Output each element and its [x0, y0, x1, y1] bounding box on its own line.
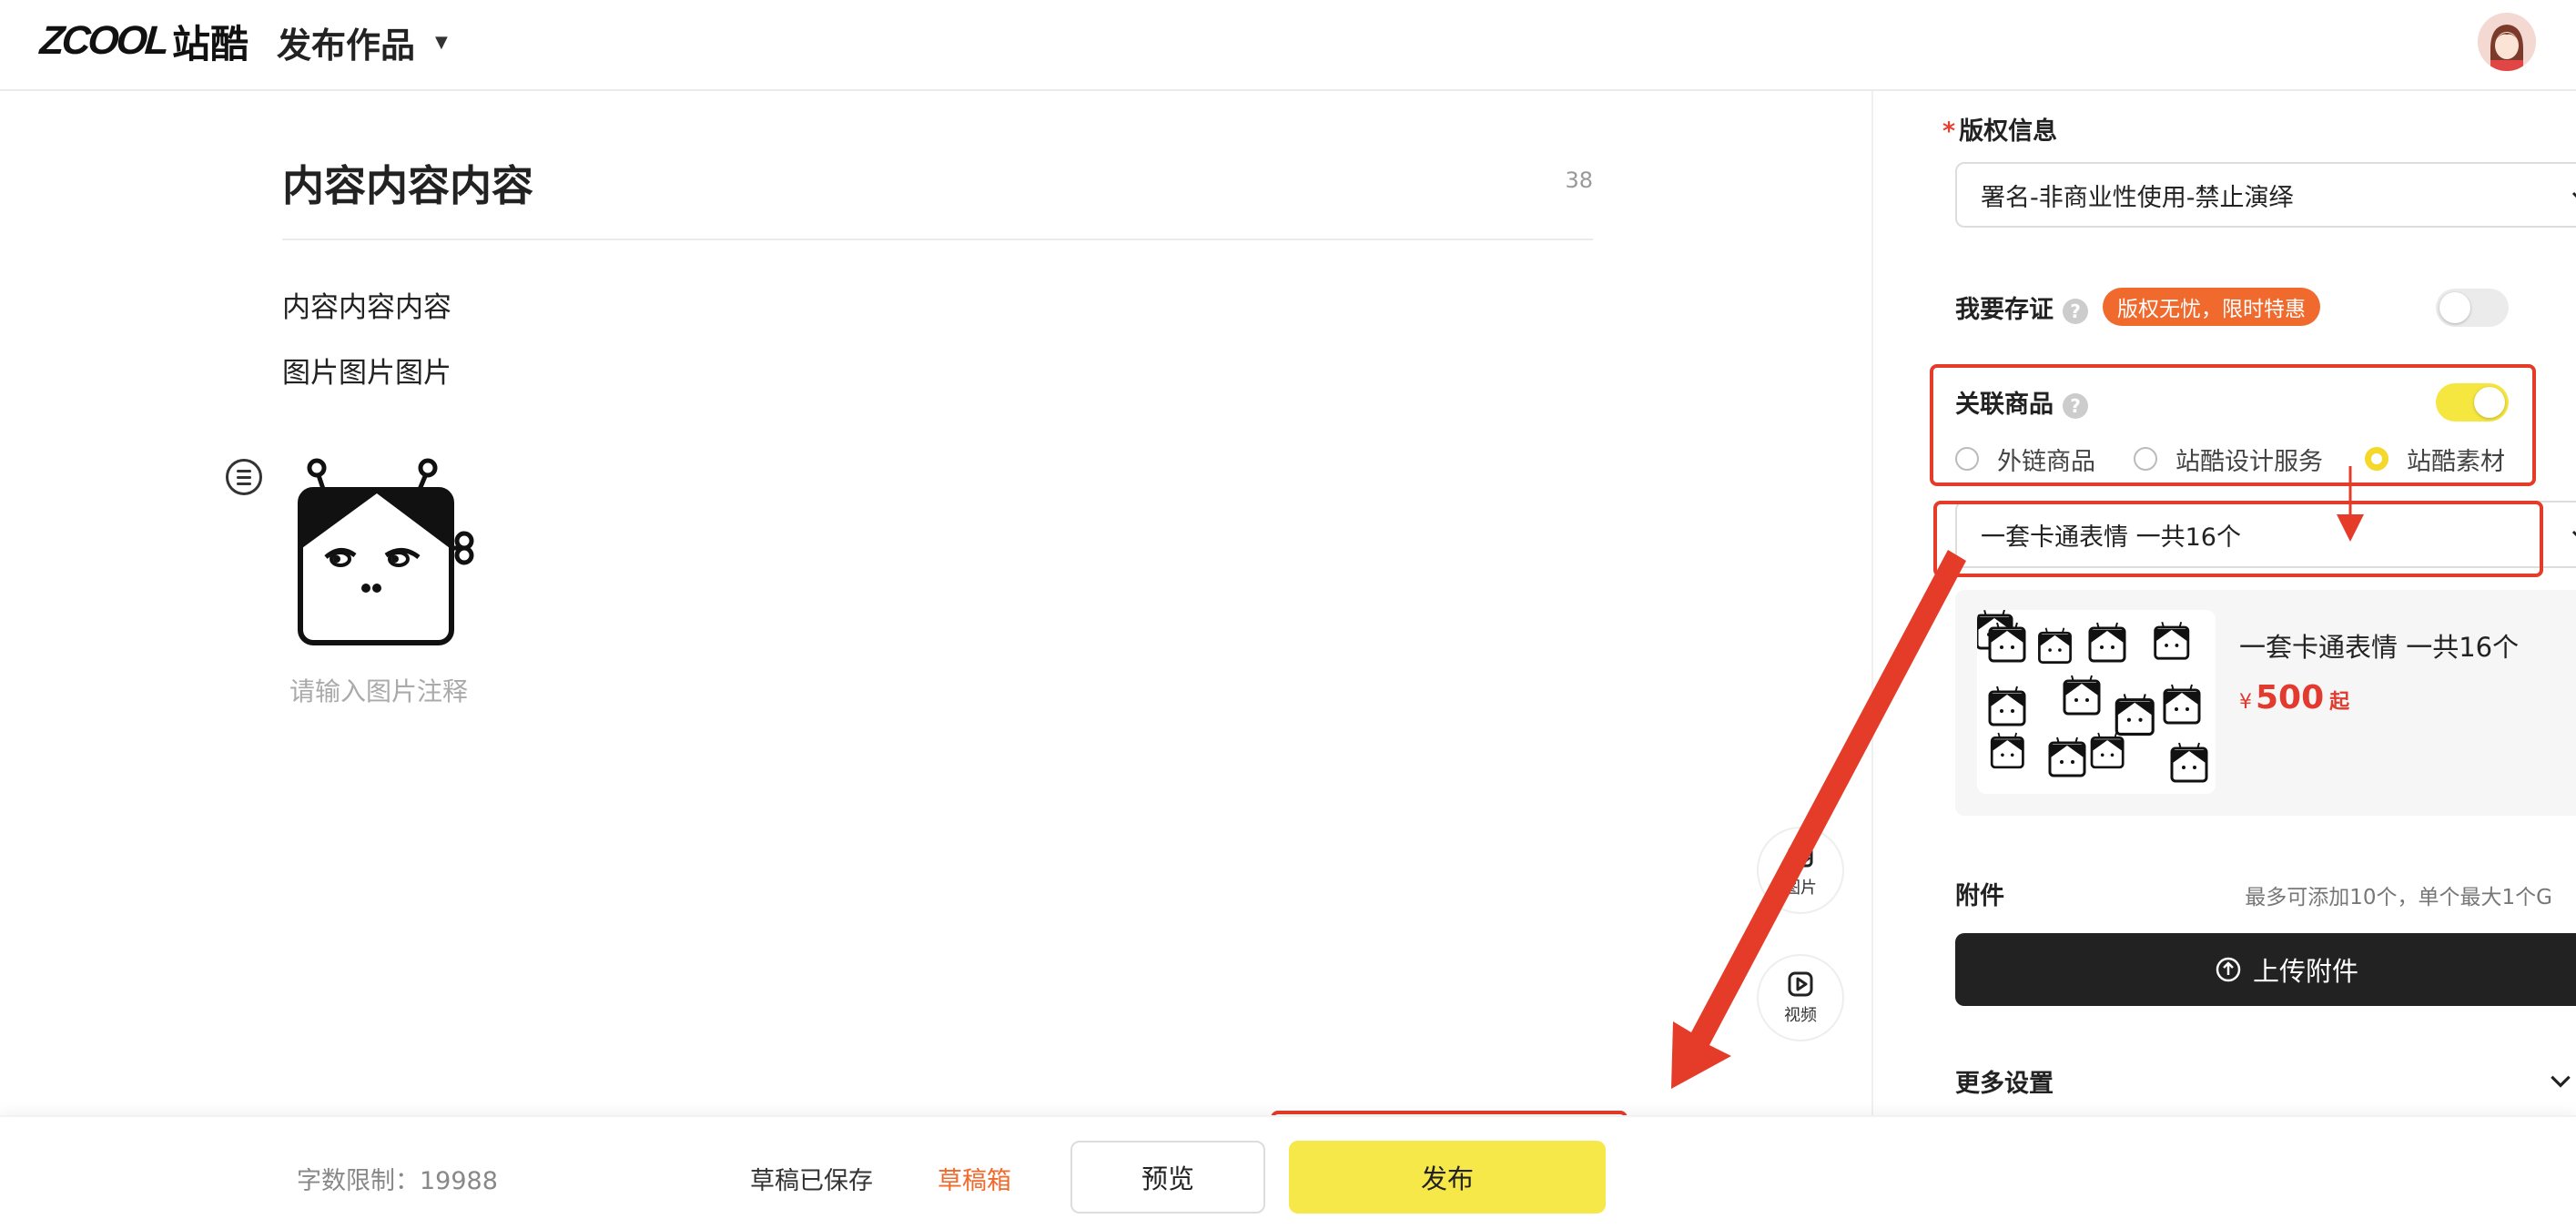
block-menu-icon[interactable]	[226, 459, 262, 495]
logo-text-en: ZCOOL	[38, 18, 168, 63]
upload-attachment-label: 上传附件	[2252, 956, 2358, 987]
attachment-hint: 最多可添加10个，单个最大1个G	[2245, 886, 2552, 909]
more-settings-toggle[interactable]: 更多设置	[1955, 1063, 2054, 1099]
user-avatar[interactable]	[2478, 13, 2536, 71]
insert-video-label: 视频	[1784, 1006, 1817, 1025]
price-currency: ¥	[2239, 691, 2252, 714]
image-caption-input[interactable]: 请输入图片注释	[289, 672, 468, 708]
zcool-logo[interactable]: ZCOOL 站酷	[38, 13, 248, 69]
page-title-dropdown[interactable]: 发布作品 ▼	[277, 16, 448, 67]
more-settings-label: 更多设置	[1955, 1070, 2054, 1098]
copyright-selected-value: 署名-非商业性使用-禁止演绎	[1981, 183, 2294, 212]
linked-product-highlight	[1930, 364, 2536, 486]
required-mark: *	[1942, 117, 1956, 146]
certificate-toggle[interactable]	[2436, 289, 2509, 327]
cartoon-mascot-image[interactable]	[289, 457, 481, 648]
bottom-action-bar: 字数限制：19988 草稿已保存 草稿箱 预览 发布	[0, 1115, 2576, 1229]
chevron-down-icon	[2571, 530, 2576, 537]
chevron-down-icon	[2571, 191, 2576, 198]
title-input[interactable]: 内容内容内容	[282, 153, 533, 213]
certificate-label: 我要存证?	[1955, 289, 2088, 325]
content-paragraph[interactable]: 内容内容内容	[282, 284, 451, 325]
settings-panel: * 版权信息 署名-非商业性使用-禁止演绎 我要存证? 版权无忧，限时特惠 关联商…	[1902, 91, 2576, 1115]
product-name: 一套卡通表情 一共16个	[2239, 632, 2520, 663]
product-thumbnail	[1977, 610, 2216, 794]
image-icon	[1788, 846, 1813, 868]
avatar-illustration	[2478, 13, 2536, 71]
logo-text-cn: 站酷	[171, 21, 248, 66]
preview-button[interactable]: 预览	[1070, 1141, 1265, 1214]
title-char-count: 38	[1565, 168, 1593, 193]
price-value: 500	[2256, 679, 2325, 716]
top-header: ZCOOL 站酷 发布作品 ▼	[0, 0, 2576, 91]
draft-saved-status: 草稿已保存	[750, 1167, 873, 1195]
copyright-label-text: 版权信息	[1959, 117, 2058, 146]
caret-down-icon: ▼	[435, 32, 448, 52]
video-icon	[1788, 971, 1813, 997]
price-suffix: 起	[2329, 691, 2350, 714]
title-divider	[282, 239, 1593, 240]
promo-badge[interactable]: 版权无忧，限时特惠	[2103, 288, 2320, 326]
product-card[interactable]: 一套卡通表情 一共16个 ¥ 500 起	[1955, 590, 2576, 816]
help-icon[interactable]: ?	[2063, 298, 2088, 324]
attachment-label: 附件	[1955, 882, 2004, 910]
copyright-select[interactable]: 署名-非商业性使用-禁止演绎	[1955, 162, 2576, 228]
publish-button[interactable]: 发布	[1289, 1141, 1606, 1214]
upload-attachment-button[interactable]: 上传附件	[1955, 933, 2576, 1006]
page-title: 发布作品	[277, 25, 416, 66]
panel-divider	[1871, 91, 1873, 1115]
insert-image-label: 图片	[1784, 879, 1817, 898]
copyright-label: * 版权信息	[1942, 111, 2057, 147]
certificate-label-text: 我要存证	[1955, 296, 2054, 324]
sticker-grid-image	[1977, 610, 2208, 783]
product-price: ¥ 500 起	[2239, 679, 2349, 716]
upload-icon	[2216, 957, 2241, 982]
product-select-highlight	[1933, 501, 2543, 577]
word-limit: 字数限制：19988	[297, 1167, 498, 1195]
insert-image-button[interactable]: 图片	[1757, 827, 1844, 914]
chevron-down-icon[interactable]	[2547, 1067, 2574, 1094]
insert-video-button[interactable]: 视频	[1757, 954, 1844, 1041]
drafts-link[interactable]: 草稿箱	[938, 1161, 1011, 1196]
content-paragraph[interactable]: 图片图片图片	[282, 350, 451, 391]
